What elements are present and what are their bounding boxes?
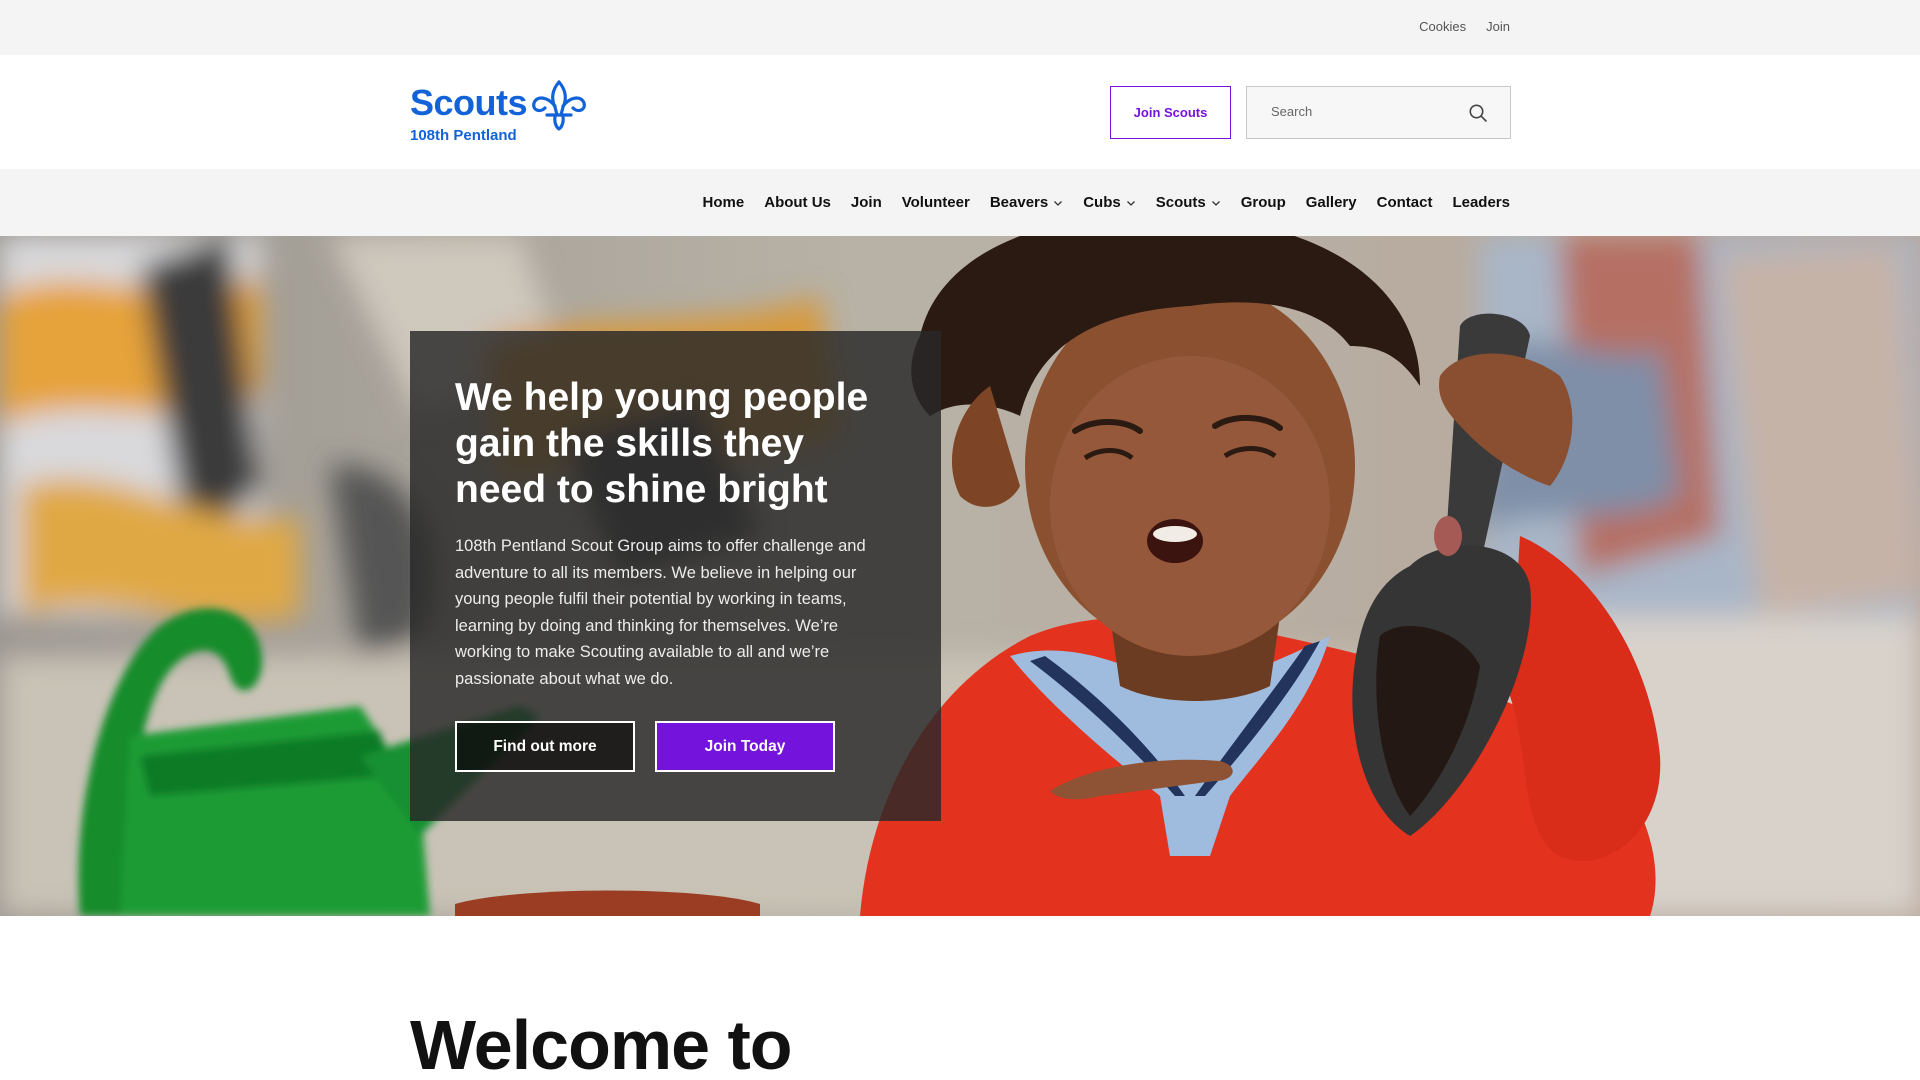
scouts-logo[interactable]: Scouts 108th Pentland (410, 79, 600, 149)
hero-actions: Find out more Join Today (455, 721, 835, 772)
search-input[interactable] (1271, 104, 1461, 119)
utility-bar: Cookies Join (0, 0, 1920, 55)
nav-item-volunteer[interactable]: Volunteer (902, 194, 970, 211)
utility-links: Cookies Join (1419, 19, 1510, 34)
hero-panel: We help young people gain the skills the… (410, 331, 941, 821)
hero-body: 108th Pentland Scout Group aims to offer… (455, 537, 866, 688)
fleur-de-lis-icon (532, 80, 586, 131)
nav-item-home[interactable]: Home (703, 194, 745, 211)
chevron-down-icon (1054, 200, 1063, 206)
find-out-more-button[interactable]: Find out more (455, 721, 635, 772)
nav-item-label: Scouts (1155, 194, 1206, 211)
join-today-button[interactable]: Join Today (655, 721, 835, 772)
nav-item-about-us[interactable]: About Us (764, 194, 831, 211)
nav-items: Home About Us Join Volunteer Beavers Cub… (703, 169, 1510, 236)
search-icon[interactable] (1468, 103, 1488, 123)
site-header: Scouts 108th Pentland Join Scouts (0, 55, 1920, 169)
cookies-link[interactable]: Cookies (1419, 19, 1466, 34)
nav-item-label: About Us (764, 194, 831, 211)
hero-title: We help young people gain the skills the… (455, 376, 869, 511)
chevron-down-icon (1211, 200, 1220, 206)
nav-item-label: Cubs (1083, 194, 1121, 211)
nav-item-label: Contact (1376, 194, 1433, 211)
logo-text: Scouts (410, 82, 528, 123)
search-box (1246, 86, 1511, 139)
nav-item-label: Gallery (1305, 194, 1357, 211)
nav-item-cubs[interactable]: Cubs (1083, 194, 1136, 211)
nav-item-label: Group (1240, 194, 1286, 211)
hero-section: We help young people gain the skills the… (0, 236, 1920, 916)
nav-item-label: Leaders (1452, 194, 1510, 211)
hero-image (0, 236, 1920, 916)
nav-item-join[interactable]: Join (851, 194, 882, 211)
nav-item-label: Home (702, 194, 745, 211)
welcome-heading: Welcome to (410, 1006, 793, 1080)
nav-item-leaders[interactable]: Leaders (1452, 194, 1510, 211)
nav-item-gallery[interactable]: Gallery (1306, 194, 1357, 211)
nav-item-beavers[interactable]: Beavers (990, 194, 1063, 211)
nav-item-label: Join (850, 194, 882, 211)
join-scouts-button[interactable]: Join Scouts (1110, 86, 1231, 139)
nav-item-label: Beavers (989, 194, 1049, 211)
join-link[interactable]: Join (1486, 19, 1510, 34)
chevron-down-icon (1126, 200, 1135, 206)
nav-item-scouts[interactable]: Scouts (1156, 194, 1221, 211)
logo-subtitle: 108th Pentland (410, 127, 517, 144)
nav-item-contact[interactable]: Contact (1377, 194, 1433, 211)
nav-item-group[interactable]: Group (1241, 194, 1286, 211)
nav-item-label: Volunteer (901, 194, 970, 211)
main-nav: Home About Us Join Volunteer Beavers Cub… (0, 169, 1920, 236)
